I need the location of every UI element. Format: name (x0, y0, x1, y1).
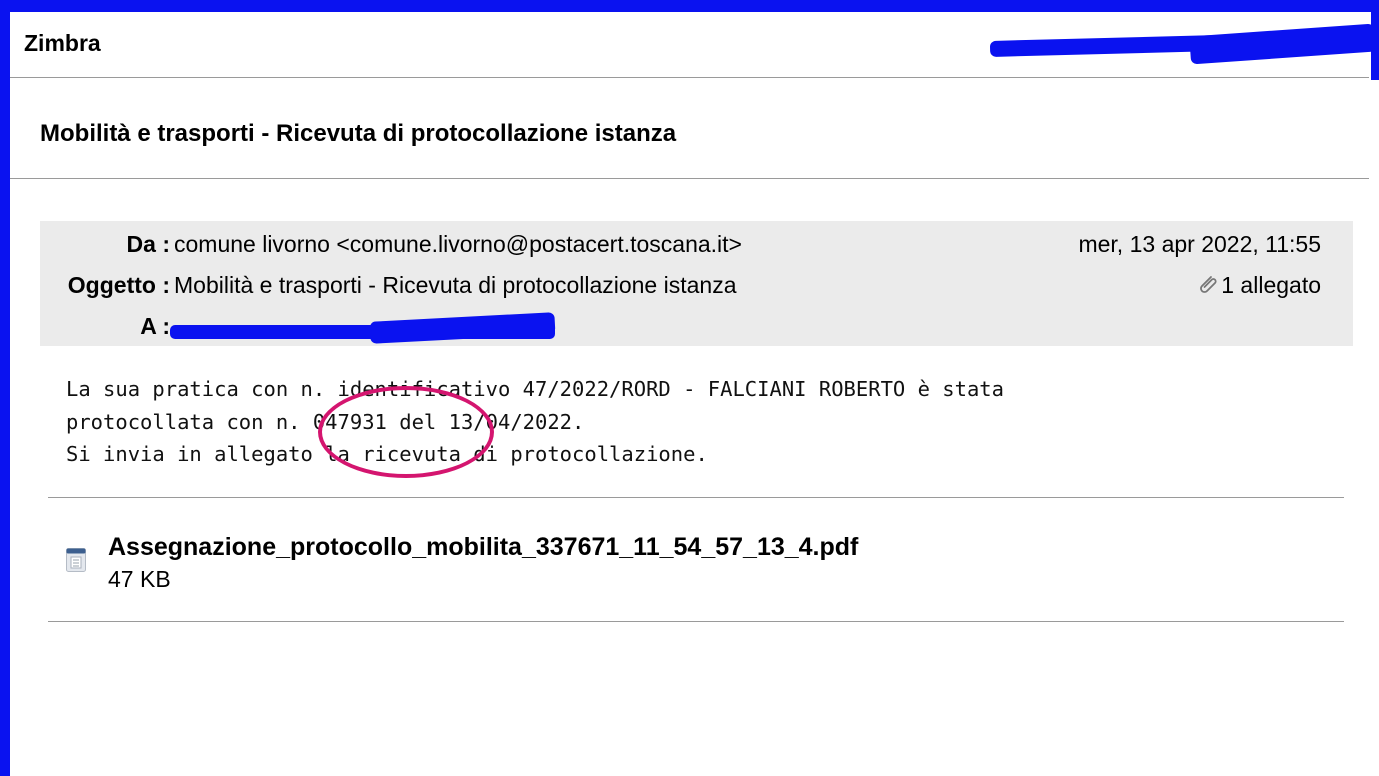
attachment-count-label: 1 allegato (1221, 272, 1321, 298)
body-divider (48, 497, 1344, 498)
title-divider (10, 178, 1369, 179)
window-frame-left (0, 0, 10, 776)
attachment-size: 47 KB (108, 566, 171, 592)
to-label: A : (140, 313, 170, 339)
attachment-filename[interactable]: Assegnazione_protocollo_mobilita_337671_… (108, 533, 858, 562)
from-label: Da : (126, 231, 170, 257)
top-divider (10, 77, 1369, 78)
pdf-document-icon (66, 548, 86, 572)
attachment-count[interactable]: 1 allegato (1197, 272, 1321, 301)
message-body: La sua pratica con n. identificativo 47/… (66, 377, 1004, 466)
attachment-divider (48, 621, 1344, 622)
message-date: mer, 13 apr 2022, 11:55 (1078, 231, 1321, 257)
window-frame-top (0, 0, 1379, 12)
message-header: Da : comune livorno <comune.livorno@post… (40, 221, 1353, 346)
from-address[interactable]: comune livorno <comune.livorno@postacert… (174, 231, 742, 258)
paperclip-icon (1197, 273, 1219, 301)
annotation-circle (318, 386, 494, 478)
page-title: Mobilità e trasporti - Ricevuta di proto… (40, 120, 677, 147)
app-title: Zimbra (24, 30, 101, 56)
subject-label: Oggetto : (67, 272, 170, 298)
subject-value: Mobilità e trasporti - Ricevuta di proto… (174, 272, 737, 298)
